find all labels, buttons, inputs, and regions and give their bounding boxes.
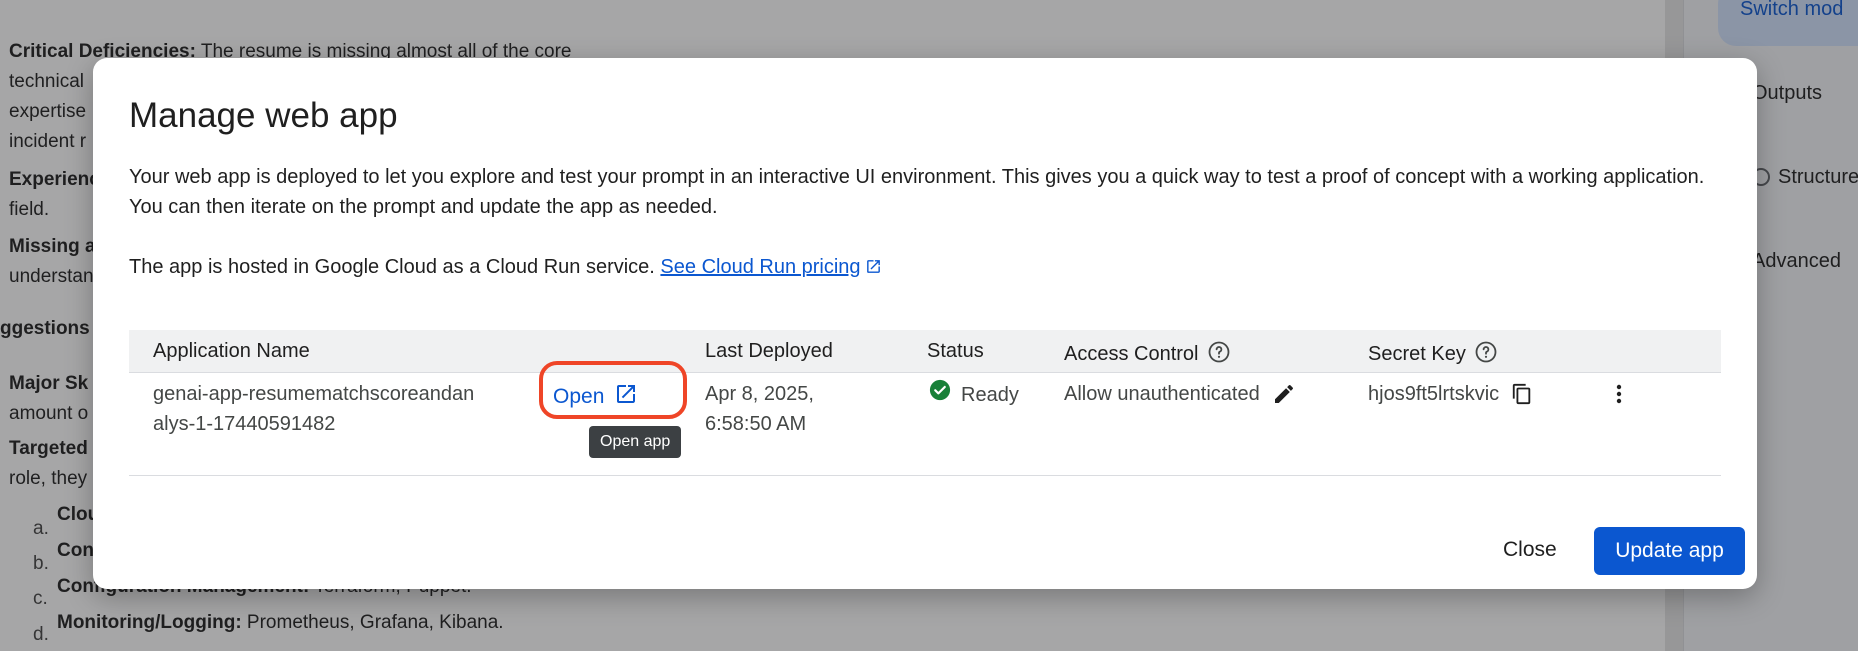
status-label: Ready — [961, 383, 1019, 406]
col-secret-key: Secret Key — [1368, 340, 1498, 370]
dialog-description: Your web app is deployed to let you expl… — [129, 166, 1705, 218]
copy-icon[interactable] — [1511, 383, 1533, 405]
open-app-button[interactable]: Open — [553, 377, 638, 417]
hosting-info: The app is hosted in Google Cloud as a C… — [129, 252, 882, 284]
check-circle-icon — [929, 379, 951, 410]
table-row: genai-app-resumematchscoreandanalys-1-17… — [129, 361, 1721, 476]
apps-table-header: Application Name Last Deployed Status Ac… — [129, 330, 1721, 373]
col-last-deployed: Last Deployed — [705, 340, 833, 362]
pencil-icon[interactable] — [1272, 382, 1296, 406]
hosting-text: The app is hosted in Google Cloud as a C… — [129, 256, 661, 278]
status-cell: Ready — [929, 379, 1019, 410]
open-app-tooltip: Open app — [589, 426, 682, 458]
open-label: Open — [553, 385, 605, 408]
close-button[interactable]: Close — [1487, 527, 1573, 573]
update-app-button[interactable]: Update app — [1594, 527, 1745, 575]
col-access-control: Access Control — [1064, 340, 1231, 370]
access-control-cell: Allow unauthenticated — [1064, 379, 1296, 409]
col-status: Status — [927, 340, 984, 362]
more-vert-icon[interactable] — [1607, 382, 1631, 406]
secret-key-cell: hjos9ft5lrtskvic — [1368, 379, 1533, 409]
last-deployed-cell: Apr 8, 2025, 6:58:50 AM — [705, 383, 814, 435]
dialog-title: Manage web app — [129, 96, 398, 135]
help-circle-icon[interactable] — [1207, 340, 1231, 370]
open-in-new-icon — [865, 254, 882, 284]
col-application-name: Application Name — [153, 340, 310, 362]
help-circle-icon[interactable] — [1474, 340, 1498, 370]
cloud-run-pricing-link[interactable]: See Cloud Run pricing — [660, 256, 881, 278]
app-name-cell: genai-app-resumematchscoreandanalys-1-17… — [153, 383, 475, 435]
open-in-new-icon — [614, 382, 638, 412]
secret-key-value: hjos9ft5lrtskvic — [1368, 383, 1500, 405]
access-control-value: Allow unauthenticated — [1064, 383, 1260, 405]
manage-web-app-dialog: Manage web app Your web app is deployed … — [93, 58, 1757, 589]
